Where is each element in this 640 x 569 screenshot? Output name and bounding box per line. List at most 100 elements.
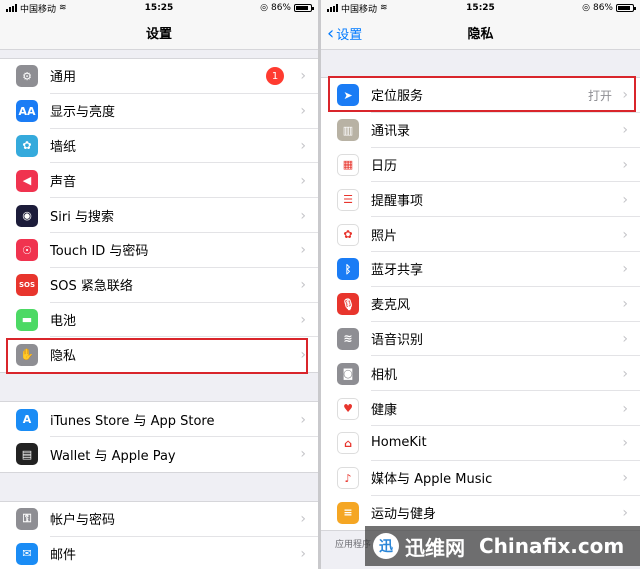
list-item-photos[interactable]: ✿ 照片 › — [321, 217, 640, 252]
chevron-right-icon: › — [622, 330, 628, 347]
chevron-right-icon: › — [300, 172, 306, 189]
list-item-label: iTunes Store 与 App Store — [50, 402, 318, 437]
list-item-sos[interactable]: SOS SOS 紧急联络 › — [0, 268, 318, 303]
list-item-label: 墙纸 — [50, 129, 318, 164]
microphone-icon: 🎙 — [337, 293, 359, 316]
contacts-icon: ▥ — [337, 119, 359, 142]
fingerprint-icon: ☉ — [16, 239, 38, 262]
display-icon: AA — [16, 100, 38, 123]
status-bar: 中国移动 ≋ 15:25 ◎ 86% — [0, 0, 318, 16]
watermark-logo: 迅 — [373, 533, 399, 559]
list-item-label: 照片 — [371, 217, 640, 252]
list-item-display[interactable]: AA 显示与亮度 › — [0, 94, 318, 129]
carrier: 中国移动 ≋ — [327, 2, 388, 15]
list-item-label: SOS 紧急联络 — [50, 268, 318, 303]
privacy-section: ➤ 定位服务 打开 › ▥ 通讯录 › ▦ 日历 › ☰ 提醒事项 › ✿ 照片 › ᛒ 蓝牙共享 › 🎙 麦克风 › ≋ 语… — [321, 77, 640, 532]
list-item-label: Siri 与搜索 — [50, 198, 318, 233]
chevron-right-icon: › — [622, 296, 628, 313]
chevron-right-icon: › — [622, 261, 628, 278]
chevron-right-icon: › — [300, 545, 306, 562]
status-time: 15:25 — [466, 3, 495, 13]
list-item-label: 媒体与 Apple Music — [371, 461, 640, 496]
settings-screen: 中国移动 ≋ 15:25 ◎ 86% 设置 ⚙ 通用 1 › AA 显示与亮度 › ✿ 墙纸 › ◀… — [0, 0, 318, 569]
chevron-right-icon: › — [622, 365, 628, 382]
list-item-label: 邮件 — [50, 548, 77, 564]
wallpaper-icon: ✿ — [16, 134, 38, 157]
list-item-wallpaper[interactable]: ✿ 墙纸 › — [0, 129, 318, 164]
battery-icon — [616, 4, 636, 12]
back-button[interactable]: ‹ 设置 — [327, 16, 362, 50]
list-item-home[interactable]: ⌂ HomeKit › — [321, 426, 640, 461]
chevron-right-icon: › — [300, 207, 306, 224]
carrier: 中国移动 ≋ — [6, 2, 67, 15]
chevron-left-icon: ‹ — [327, 22, 335, 44]
health-icon: ♥ — [337, 397, 359, 420]
list-item-mail[interactable]: ✉ 邮件 › — [0, 537, 318, 569]
watermark: 迅 迅维网 Chinafix.com — [365, 526, 640, 566]
battery-icon — [294, 4, 314, 12]
list-item-label: 健康 — [371, 391, 640, 426]
music-icon: ♪ — [337, 467, 359, 490]
chevron-right-icon: › — [622, 400, 628, 417]
carrier-label: 中国移动 — [20, 4, 57, 15]
page-title: 隐私 — [467, 27, 494, 42]
page-title: 设置 — [145, 27, 172, 42]
chevron-right-icon: › — [300, 103, 306, 120]
siri-icon: ◉ — [16, 204, 38, 227]
key-icon: ⚿ — [16, 508, 38, 531]
list-item-microphone[interactable]: 🎙 麦克风 › — [321, 287, 640, 322]
list-item-label: 提醒事项 — [371, 182, 640, 218]
battery-percent: 86% — [270, 3, 291, 13]
speaker-icon: ◀ — [16, 169, 38, 192]
lock-rotation-icon: ◎ — [582, 3, 590, 13]
chevron-right-icon: › — [300, 68, 306, 85]
settings-section-3: ⚿ 帐户与密码 › ✉ 邮件 › — [0, 500, 318, 569]
bluetooth-icon: ᛒ — [337, 258, 359, 281]
list-item-health[interactable]: ♥ 健康 › — [321, 391, 640, 426]
list-item-label: 通讯录 — [371, 113, 640, 148]
list-item-gear[interactable]: ⚙ 通用 1 › — [0, 59, 318, 94]
chevron-right-icon: › — [300, 511, 306, 528]
list-item-waveform[interactable]: ≋ 语音识别 › — [321, 322, 640, 357]
list-item-reminders[interactable]: ☰ 提醒事项 › — [321, 182, 640, 218]
list-item-label: HomeKit — [371, 426, 640, 461]
list-item-battery[interactable]: ▬ 电池 › — [0, 303, 318, 338]
list-item-contacts[interactable]: ▥ 通讯录 › — [321, 113, 640, 148]
waveform-icon: ≋ — [337, 327, 359, 350]
list-item-speaker[interactable]: ◀ 声音 › — [0, 163, 318, 199]
settings-section-2: AiTunes Store 与 App Store › ▤ Wallet 与 Appl… — [0, 401, 318, 473]
back-label: 设置 — [336, 27, 363, 43]
chevron-right-icon: › — [300, 137, 306, 154]
list-item-bluetooth[interactable]: ᛒ 蓝牙共享 › — [321, 252, 640, 287]
chevron-right-icon: › — [622, 156, 628, 173]
list-item-label: 日历 — [371, 148, 640, 183]
chevron-right-icon: › — [622, 226, 628, 243]
photos-icon: ✿ — [337, 223, 359, 246]
list-item-music[interactable]: ♪ 媒体与 Apple Music › — [321, 461, 640, 496]
list-item-calendar[interactable]: ▦ 日历 › — [321, 148, 640, 183]
carrier-label: 中国移动 — [341, 4, 378, 15]
list-item-key[interactable]: ⚿ 帐户与密码 › — [0, 502, 318, 537]
chevron-right-icon: › — [300, 277, 306, 294]
list-item-label: 帐户与密码 — [50, 502, 318, 537]
chevron-right-icon: › — [622, 191, 628, 208]
chevron-right-icon: › — [300, 311, 306, 328]
list-item-wallet[interactable]: ▤ Wallet 与 Apple Pay › — [0, 437, 318, 472]
chevron-right-icon: › — [622, 435, 628, 452]
list-item-label: 蓝牙共享 — [371, 252, 640, 287]
nav-bar: ‹ 设置 隐私 — [321, 16, 640, 50]
list-item-app-store[interactable]: AiTunes Store 与 App Store › — [0, 402, 318, 437]
list-item-label: 语音识别 — [371, 322, 640, 357]
mail-icon: ✉ — [16, 542, 38, 565]
highlight-location-services — [328, 76, 636, 112]
camera-icon: ◙ — [337, 362, 359, 385]
highlight-privacy — [6, 338, 308, 374]
list-item-fingerprint[interactable]: ☉ Touch ID 与密码 › — [0, 233, 318, 268]
notification-badge: 1 — [266, 67, 284, 85]
watermark-cn: 迅维网 — [405, 535, 465, 560]
list-item-siri[interactable]: ◉ Siri 与搜索 › — [0, 198, 318, 233]
app-store-icon: A — [16, 408, 38, 431]
list-item-camera[interactable]: ◙ 相机 › — [321, 356, 640, 392]
list-item-label: 相机 — [371, 356, 640, 392]
fitness-icon: ≡ — [337, 501, 359, 524]
